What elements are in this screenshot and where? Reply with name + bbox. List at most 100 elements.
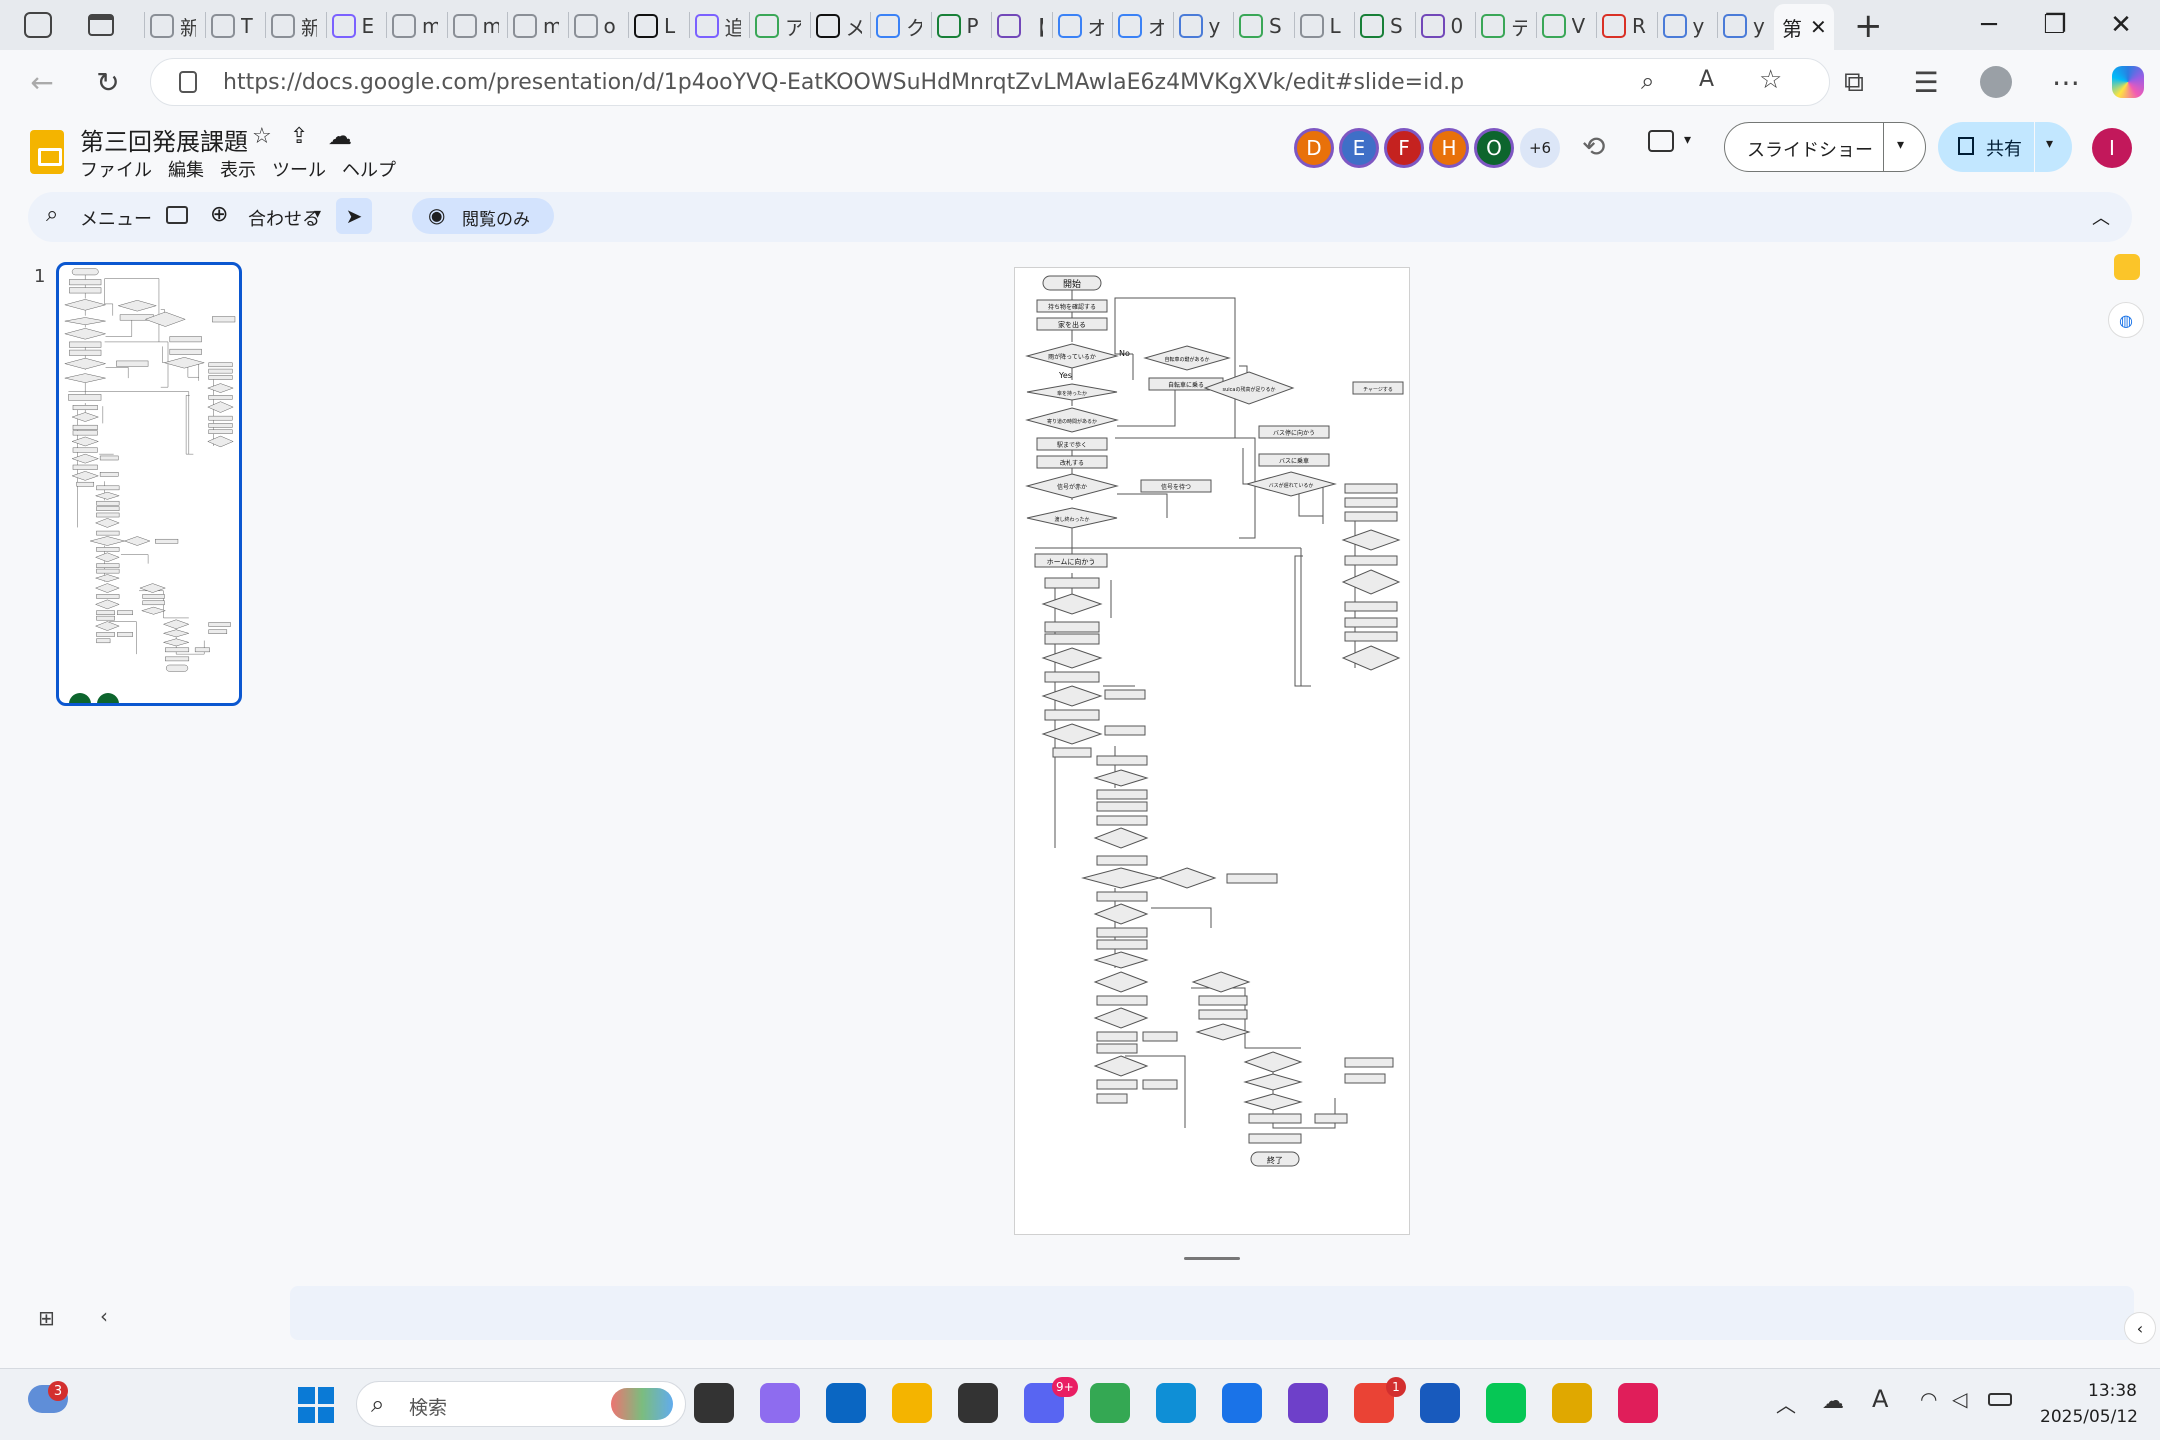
vertical-tabs-icon[interactable] bbox=[88, 14, 114, 36]
copilot-icon[interactable] bbox=[2112, 66, 2144, 98]
menu-edit[interactable]: 編集 bbox=[168, 156, 204, 182]
wifi-icon[interactable]: ◠ bbox=[1920, 1387, 1937, 1411]
zoom-in-icon[interactable]: ⊕ bbox=[210, 202, 228, 227]
browser-tab[interactable]: テ bbox=[1481, 6, 1527, 46]
more-icon[interactable]: ⋯ bbox=[2048, 64, 2084, 100]
browser-tab[interactable]: L bbox=[1299, 6, 1346, 46]
browser-tab[interactable]: 新 bbox=[150, 6, 196, 46]
side-panel-gemini-icon[interactable]: ◍ bbox=[2108, 302, 2144, 338]
slideshow-button[interactable]: スライドショー ▾ bbox=[1724, 122, 1926, 172]
show-hidden-icons-icon[interactable]: ︿ bbox=[1776, 1389, 1796, 1418]
clock-time[interactable]: 13:38 bbox=[2088, 1381, 2137, 1401]
side-panel-keep-icon[interactable] bbox=[2114, 254, 2140, 280]
onedrive-icon[interactable]: ☁ bbox=[1822, 1389, 1844, 1414]
browser-tab[interactable]: S bbox=[1239, 6, 1285, 46]
move-to-drive-icon[interactable]: ⇪ bbox=[290, 124, 308, 149]
favorites-icon[interactable]: ☰ bbox=[1908, 64, 1944, 100]
browser-tab[interactable]: T bbox=[210, 6, 257, 46]
share-dropdown-icon[interactable]: ▾ bbox=[2046, 136, 2053, 152]
browser-tab[interactable]: 0 bbox=[1420, 6, 1467, 46]
browser-tab[interactable]: y bbox=[1178, 6, 1225, 46]
slideshow-dropdown-icon[interactable]: ▾ bbox=[1897, 137, 1904, 153]
word-icon[interactable] bbox=[1420, 1383, 1460, 1423]
view-only-button[interactable]: ◉ 閲覧のみ bbox=[412, 198, 554, 234]
menu-file[interactable]: ファイル bbox=[80, 156, 152, 182]
vscode-icon[interactable] bbox=[1222, 1383, 1262, 1423]
workspaces-icon[interactable] bbox=[24, 12, 52, 38]
battery-icon[interactable] bbox=[1988, 1393, 2012, 1406]
meet-icon[interactable] bbox=[1648, 130, 1674, 152]
browser-tab[interactable]: P bbox=[936, 6, 983, 46]
minimize-icon[interactable]: ─ bbox=[1964, 8, 2014, 42]
collaborator-avatar[interactable]: D bbox=[1294, 128, 1334, 168]
share-button[interactable]: 共有 ▾ bbox=[1938, 122, 2072, 172]
browser-tab[interactable]: o bbox=[573, 6, 620, 46]
edge-icon[interactable] bbox=[1156, 1383, 1196, 1423]
user-avatar[interactable]: I bbox=[2092, 128, 2132, 168]
browser-tab[interactable]: ク bbox=[876, 6, 922, 46]
browser-tab[interactable]: S bbox=[1360, 6, 1406, 46]
slack-icon[interactable] bbox=[1618, 1383, 1658, 1423]
tab-active[interactable]: 第 ✕ bbox=[1774, 4, 1834, 50]
slides-logo-icon[interactable] bbox=[30, 130, 64, 174]
collaborator-avatar[interactable]: O bbox=[1474, 128, 1514, 168]
read-aloud-icon[interactable]: A bbox=[1699, 67, 1714, 92]
browser-tab[interactable]: ア bbox=[755, 6, 801, 46]
collaborator-avatar[interactable]: H bbox=[1429, 128, 1469, 168]
typora-icon[interactable] bbox=[1552, 1383, 1592, 1423]
media-player-icon[interactable] bbox=[958, 1383, 998, 1423]
slide-thumbnail[interactable] bbox=[56, 262, 242, 706]
ime-icon[interactable]: A bbox=[1872, 1385, 1888, 1413]
close-tab-icon[interactable]: ✕ bbox=[1810, 15, 1827, 39]
clock-date[interactable]: 2025/05/12 bbox=[2040, 1407, 2138, 1427]
browser-tab[interactable]: m bbox=[452, 6, 499, 46]
volume-icon[interactable]: ◁ bbox=[1952, 1387, 1967, 1411]
version-history-icon[interactable]: ⟲ bbox=[1582, 130, 1605, 163]
slide-canvas[interactable]: 開始 持ち物を確認する 家を出る 雨が降っているか Yes No 自転車の鍵があ… bbox=[1014, 267, 1410, 1235]
browser-tab[interactable]: 追 bbox=[694, 6, 741, 46]
menu-view[interactable]: 表示 bbox=[220, 156, 256, 182]
browser-tab[interactable]: y bbox=[1723, 6, 1769, 46]
browser-tab[interactable]: Ε bbox=[331, 6, 378, 46]
browser-tab[interactable]: メ bbox=[815, 6, 862, 46]
browser-tab[interactable]: m bbox=[392, 6, 438, 46]
meet-dropdown-icon[interactable]: ▾ bbox=[1684, 132, 1691, 148]
new-tab-button[interactable]: + bbox=[1854, 6, 1883, 46]
chrome-icon[interactable] bbox=[1090, 1383, 1130, 1423]
favorite-star-icon[interactable]: ☆ bbox=[1759, 65, 1782, 95]
address-bar[interactable]: https://docs.google.com/presentation/d/1… bbox=[150, 58, 1830, 106]
copilot-app-icon[interactable] bbox=[760, 1383, 800, 1423]
browser-tab[interactable]: 新 bbox=[271, 6, 317, 46]
cloud-status-icon[interactable]: ☁ bbox=[328, 122, 352, 150]
file-explorer-icon[interactable] bbox=[892, 1383, 932, 1423]
collapse-toolbar-icon[interactable]: ︿ bbox=[2092, 204, 2110, 230]
menu-search-label[interactable]: メニュー bbox=[80, 205, 152, 231]
more-collaborators-chip[interactable]: +6 bbox=[1520, 128, 1560, 168]
desktop-app-icon[interactable] bbox=[694, 1383, 734, 1423]
zoom-dropdown-icon[interactable]: ▾ bbox=[314, 206, 321, 222]
site-info-icon[interactable] bbox=[179, 71, 197, 93]
collapse-filmstrip-icon[interactable]: ‹ bbox=[100, 1304, 108, 1328]
extensions-icon[interactable]: ⧉ bbox=[1836, 64, 1872, 100]
select-cursor-icon[interactable]: ➤ bbox=[336, 198, 372, 234]
print-icon[interactable] bbox=[166, 206, 188, 224]
browser-tab[interactable]: 【 bbox=[997, 6, 1043, 46]
browser-tab[interactable]: m bbox=[513, 6, 559, 46]
taskbar-search[interactable]: ⌕ 検索 bbox=[356, 1381, 686, 1427]
start-button[interactable] bbox=[298, 1387, 334, 1423]
browser-tab[interactable]: オ bbox=[1118, 6, 1164, 46]
speaker-notes-area[interactable] bbox=[290, 1286, 2134, 1340]
browser-tab[interactable]: V bbox=[1541, 6, 1588, 46]
menu-tools[interactable]: ツール bbox=[272, 156, 326, 182]
browser-tab[interactable]: L bbox=[634, 6, 680, 46]
collaborator-avatar[interactable]: F bbox=[1384, 128, 1424, 168]
search-icon[interactable]: ⌕ bbox=[46, 202, 58, 227]
profile-avatar[interactable] bbox=[1980, 66, 2012, 98]
reload-icon[interactable]: ↻ bbox=[90, 64, 126, 100]
back-icon[interactable]: ← bbox=[24, 64, 60, 100]
collaborator-avatar[interactable]: E bbox=[1339, 128, 1379, 168]
expand-side-panel-icon[interactable]: ‹ bbox=[2124, 1312, 2156, 1344]
restore-icon[interactable]: ❐ bbox=[2030, 8, 2080, 42]
browser-tab[interactable]: R bbox=[1602, 6, 1648, 46]
browser-tab[interactable]: y bbox=[1662, 6, 1709, 46]
